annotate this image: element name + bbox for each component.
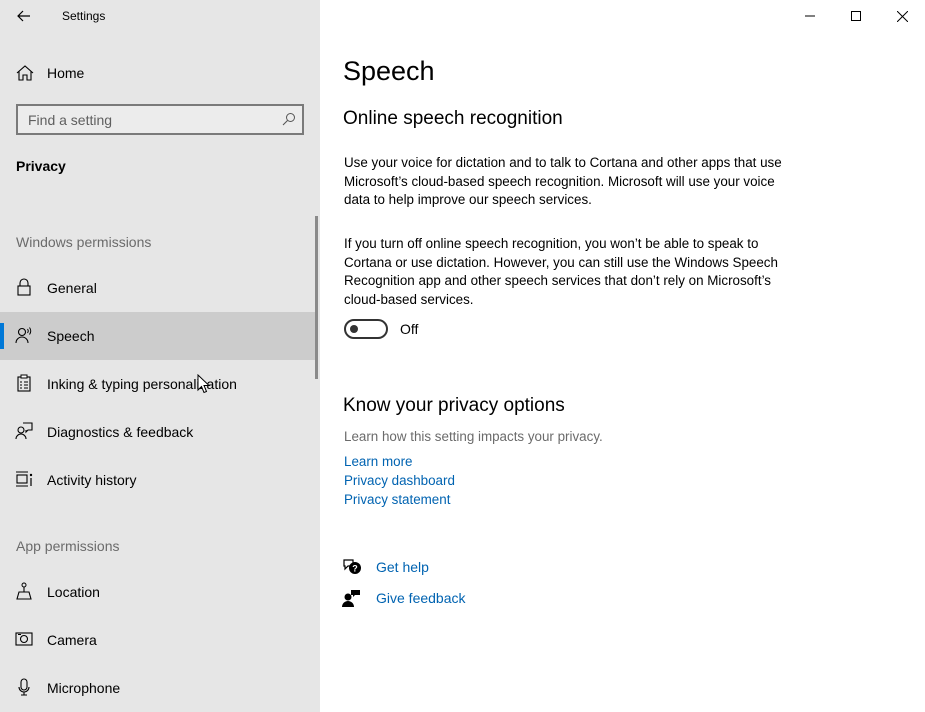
privacy-options-heading: Know your privacy options	[343, 395, 565, 416]
location-icon	[16, 582, 32, 600]
sidebar-item-home[interactable]: Home	[0, 56, 316, 90]
sidebar-item-label: Home	[47, 65, 85, 81]
privacy-dashboard-link[interactable]: Privacy dashboard	[344, 473, 455, 488]
give-feedback-link[interactable]: Give feedback	[376, 590, 466, 606]
lock-icon	[17, 278, 31, 296]
sidebar: Settings Home Privacy Windows permission…	[0, 0, 320, 712]
sidebar-item-microphone[interactable]: Microphone	[0, 664, 316, 712]
group-label-app-permissions: App permissions	[16, 538, 120, 554]
camera-icon	[15, 632, 33, 646]
sidebar-item-label: Microphone	[47, 680, 121, 696]
sidebar-item-location[interactable]: Location	[0, 568, 316, 616]
sidebar-item-label: Diagnostics & feedback	[47, 424, 194, 440]
search-icon[interactable]	[282, 112, 296, 126]
give-feedback-icon	[342, 590, 360, 607]
search-input[interactable]	[18, 106, 268, 133]
sidebar-item-general[interactable]: General	[0, 264, 316, 312]
sidebar-item-label: Speech	[47, 328, 95, 344]
back-button[interactable]	[10, 4, 38, 28]
selection-indicator	[0, 323, 4, 349]
back-arrow-icon	[17, 10, 30, 22]
speech-icon	[15, 327, 32, 344]
privacy-statement-link[interactable]: Privacy statement	[344, 492, 450, 507]
svg-text:?: ?	[352, 564, 358, 574]
online-speech-warning: If you turn off online speech recognitio…	[344, 236, 778, 307]
get-help-icon: ?	[343, 559, 361, 574]
online-speech-toggle[interactable]	[344, 319, 388, 339]
sidebar-item-diagnostics[interactable]: Diagnostics & feedback	[0, 408, 316, 456]
sidebar-item-label: General	[47, 280, 97, 296]
online-speech-heading: Online speech recognition	[343, 108, 563, 129]
app-title: Settings	[62, 9, 106, 23]
learn-more-link[interactable]: Learn more	[344, 454, 412, 469]
sidebar-item-label: Camera	[47, 632, 97, 648]
group-label-windows-permissions: Windows permissions	[16, 234, 152, 250]
get-help-link[interactable]: Get help	[376, 559, 429, 575]
sidebar-item-label: Activity history	[47, 472, 137, 488]
sidebar-scrollbar[interactable]	[315, 216, 318, 379]
search-box[interactable]	[16, 104, 304, 135]
activity-history-icon	[16, 471, 33, 487]
sidebar-item-camera[interactable]: Camera	[0, 616, 316, 664]
sidebar-item-inking-typing[interactable]: Inking & typing personalization	[0, 360, 316, 408]
microphone-icon	[18, 678, 30, 696]
home-icon	[16, 65, 34, 81]
main-content: Speech Online speech recognition Use you…	[320, 0, 925, 712]
page-title: Speech	[343, 56, 435, 86]
title-bar: Settings	[0, 0, 320, 32]
sidebar-item-speech[interactable]: Speech	[0, 312, 316, 360]
sidebar-item-activity-history[interactable]: Activity history	[0, 456, 316, 504]
clipboard-icon	[17, 374, 31, 392]
privacy-options-description: Learn how this setting impacts your priv…	[344, 429, 603, 444]
toggle-knob	[350, 325, 358, 333]
sidebar-item-label: Inking & typing personalization	[47, 376, 237, 392]
section-title: Privacy	[16, 158, 66, 174]
diagnostics-icon	[15, 422, 33, 440]
toggle-state-label: Off	[400, 321, 419, 337]
sidebar-item-label: Location	[47, 584, 100, 600]
online-speech-description: Use your voice for dictation and to talk…	[344, 155, 782, 207]
